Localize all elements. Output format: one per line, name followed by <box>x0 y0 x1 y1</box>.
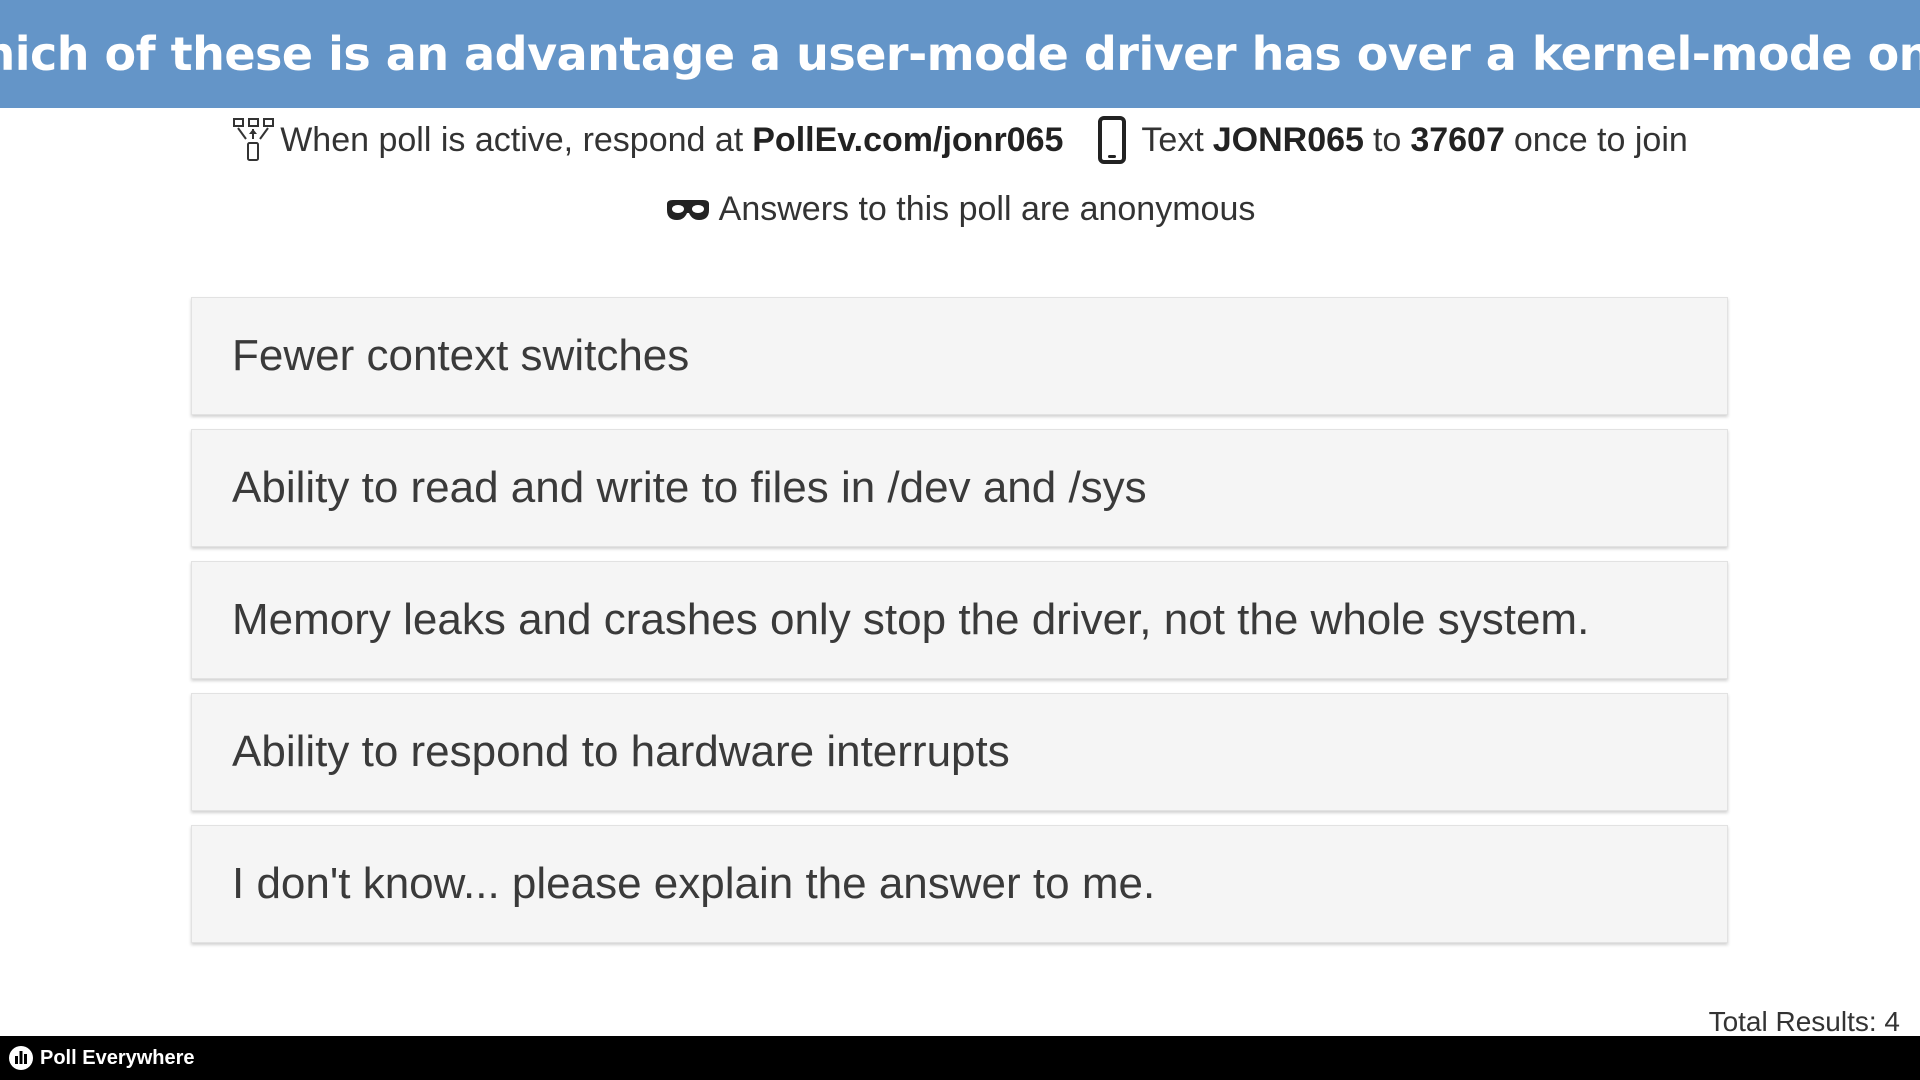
answer-option-label: Ability to respond to hardware interrupt… <box>232 727 1010 776</box>
total-results: Total Results: 4 <box>1708 1006 1900 1037</box>
answer-option-label: Ability to read and write to files in /d… <box>232 463 1147 512</box>
join-instructions: When poll is active, respond at PollEv.c… <box>0 116 1920 164</box>
footer-bar: Poll Everywhere <box>0 1036 1920 1080</box>
answer-option-3[interactable]: Memory leaks and crashes only stop the d… <box>191 561 1728 679</box>
answer-options: Fewer context switches Ability to read a… <box>191 297 1728 957</box>
answer-option-4[interactable]: Ability to respond to hardware interrupt… <box>191 693 1728 811</box>
question-header: Which of these is an advantage a user-mo… <box>0 0 1920 108</box>
poll-everywhere-logo-icon[interactable] <box>8 1045 34 1071</box>
web-network-icon <box>232 117 276 163</box>
web-instructions: When poll is active, respond at PollEv.c… <box>232 117 1063 163</box>
answer-option-5[interactable]: I don't know... please explain the answe… <box>191 825 1728 943</box>
text-instructions: Text JONR065 to 37607 once to join <box>1097 116 1688 164</box>
answer-option-label: I don't know... please explain the answe… <box>232 859 1156 908</box>
answer-option-label: Fewer context switches <box>232 331 690 380</box>
poll-url: PollEv.com/jonr065 <box>752 120 1064 159</box>
web-prefix: When poll is active, respond at <box>280 120 744 159</box>
brand-name[interactable]: Poll Everywhere <box>40 1047 195 1070</box>
mask-icon <box>665 198 711 222</box>
anonymous-notice: Answers to this poll are anonymous <box>0 190 1920 229</box>
text-code: JONR065 <box>1212 120 1364 159</box>
question-title: Which of these is an advantage a user-mo… <box>0 27 1920 81</box>
text-to: to <box>1372 120 1402 159</box>
answer-option-2[interactable]: Ability to read and write to files in /d… <box>191 429 1728 547</box>
text-suffix: once to join <box>1513 120 1688 159</box>
text-number: 37607 <box>1410 120 1505 159</box>
text-prefix: Text <box>1141 120 1204 159</box>
answer-option-1[interactable]: Fewer context switches <box>191 297 1728 415</box>
answer-option-label: Memory leaks and crashes only stop the d… <box>232 595 1590 644</box>
phone-icon <box>1097 116 1127 164</box>
anonymous-text: Answers to this poll are anonymous <box>718 190 1256 228</box>
